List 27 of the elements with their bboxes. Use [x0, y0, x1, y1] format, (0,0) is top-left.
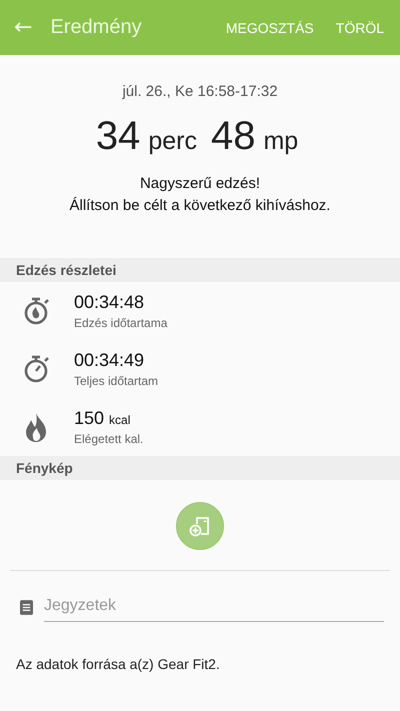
stopwatch-icon: [22, 295, 52, 327]
workout-date: júl. 26., Ke 16:58-17:32: [122, 83, 278, 100]
section-title: Edzés részletei: [16, 262, 116, 278]
duration-unit: mp: [263, 127, 298, 156]
duration-value: 34: [96, 114, 140, 159]
stat-value: 150: [74, 408, 104, 429]
stat-label: Edzés időtartama: [74, 316, 168, 330]
message-text: Állítson be célt a következő kihíváshoz.: [70, 196, 330, 216]
action-button[interactable]: TÖRÖL: [328, 20, 392, 36]
stat-unit: kcal: [109, 413, 130, 427]
stopwatch-icon: [22, 353, 52, 385]
duration-value: 48: [210, 114, 256, 159]
duration-unit: perc: [148, 127, 197, 156]
add-photo-button[interactable]: [176, 502, 224, 550]
stat-label: Elégetett kal.: [74, 432, 144, 446]
notes-field[interactable]: Jegyzetek: [44, 593, 384, 622]
stat-label: Teljes időtartam: [74, 374, 158, 388]
stat-value: 00:34:49: [74, 350, 144, 371]
message-text: Nagyszerű edzés!: [140, 174, 260, 194]
add-image-icon: [188, 514, 212, 538]
stat-value: 00:34:48: [74, 292, 144, 313]
action-button[interactable]: MEGOSZTÁS: [218, 20, 322, 36]
source-text: Az adatok forrása a(z) Gear Fit2.: [16, 656, 221, 672]
screen-title: Eredmény: [50, 16, 142, 39]
notes-icon: [20, 600, 33, 615]
section-title: Fénykép: [16, 460, 73, 476]
back-button[interactable]: ←: [8, 15, 38, 40]
